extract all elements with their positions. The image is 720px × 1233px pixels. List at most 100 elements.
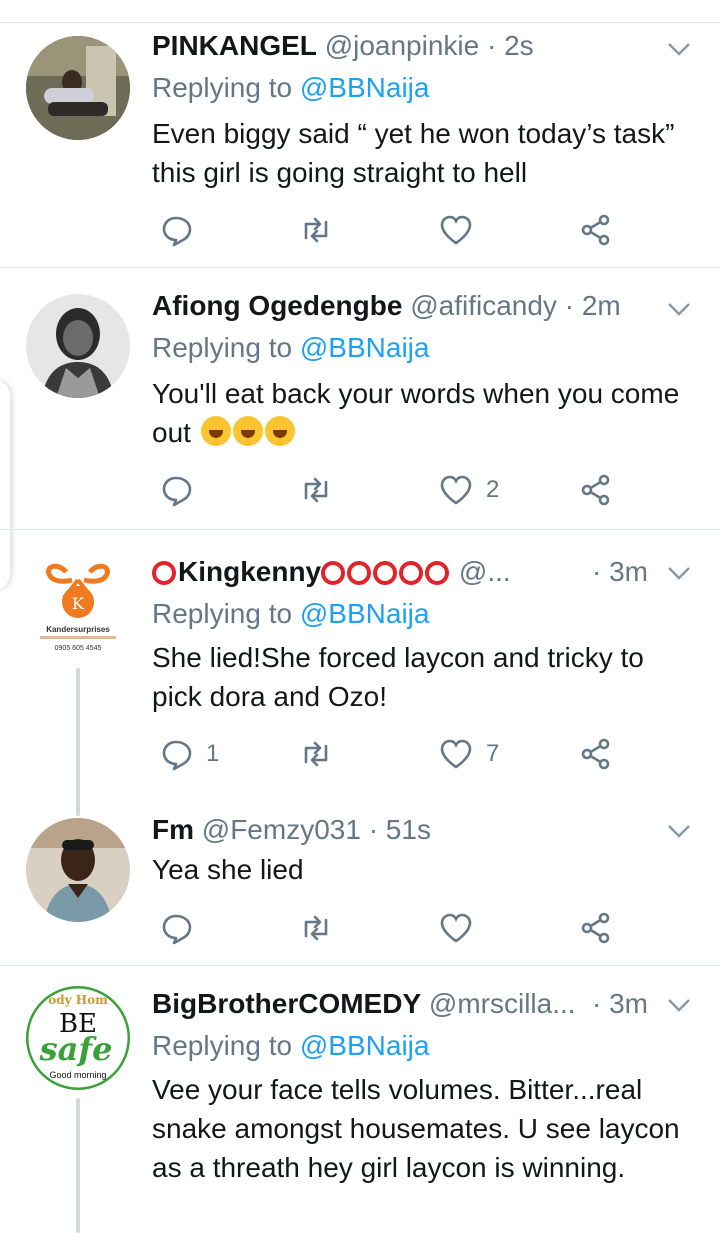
replying-prefix: Replying to <box>152 72 300 103</box>
reply-button[interactable] <box>158 470 206 510</box>
retweet-icon <box>304 741 328 767</box>
like-button[interactable] <box>438 908 486 948</box>
chevron-down-icon[interactable] <box>666 36 692 62</box>
red-circle-icon <box>425 561 450 585</box>
red-circle-icon <box>347 561 372 585</box>
timestamp: · 3m <box>592 988 648 1019</box>
share-button[interactable] <box>578 908 614 948</box>
retweet-icon <box>304 477 328 503</box>
tweet-4[interactable]: Fm @Femzy031 · 51s Yea she lied <box>0 798 720 966</box>
like-button[interactable]: 2 <box>438 470 499 510</box>
chevron-down-icon[interactable] <box>666 818 692 844</box>
heart-icon <box>440 475 472 505</box>
share-button[interactable] <box>578 210 614 250</box>
replying-to: Replying to @BBNaija <box>152 1026 429 1066</box>
display-name[interactable]: Fm <box>152 814 194 845</box>
tweet-2[interactable]: Afiong Ogedengbe @afificandy · 2m Replyi… <box>0 268 720 530</box>
chevron-down-icon[interactable] <box>666 992 692 1018</box>
retweet-button[interactable] <box>298 470 346 510</box>
reply-button[interactable]: 1 <box>158 734 219 774</box>
replying-prefix: Replying to <box>152 1030 300 1061</box>
retweet-icon <box>304 217 328 243</box>
replying-to: Replying to @BBNaija <box>152 328 429 368</box>
timestamp: · 2s <box>487 30 534 61</box>
tweet-text: Vee your face tells volumes. Bitter...re… <box>152 1074 680 1183</box>
like-button[interactable]: 7 <box>438 734 499 774</box>
avatar-brand-text: Kandersurprises <box>46 625 110 634</box>
red-circle-icon <box>373 561 398 585</box>
reply-icon <box>162 476 192 507</box>
red-circle-icon <box>399 561 424 585</box>
share-icon <box>581 912 610 944</box>
mention-link[interactable]: @BBNaija <box>300 72 430 103</box>
laughing-emoji-icon <box>264 416 295 446</box>
tweet-3[interactable]: K Kandersurprises 0905 605 4545 Kingkenn… <box>0 530 720 802</box>
heart-icon <box>440 215 472 245</box>
avatar[interactable]: K Kandersurprises 0905 605 4545 <box>26 554 130 664</box>
like-button[interactable] <box>438 210 486 250</box>
display-name[interactable]: BigBrotherCOMEDY <box>152 988 421 1019</box>
retweet-button[interactable] <box>298 210 346 250</box>
tweet-header: BigBrotherCOMEDY @mrscilla... <box>152 984 656 1024</box>
tweet-text: Even biggy said “ yet he won today’s tas… <box>152 118 675 188</box>
action-bar <box>152 210 690 250</box>
retweet-button[interactable] <box>298 734 346 774</box>
tweet-5[interactable]: ody Hom BE safe Good morning BigBrotherC… <box>0 966 720 1233</box>
laughing-emoji-icon <box>232 416 263 446</box>
chevron-down-icon[interactable] <box>666 296 692 322</box>
tweet-text: She lied!She forced laycon and tricky to… <box>152 642 644 712</box>
share-icon <box>581 738 610 770</box>
display-name[interactable]: Kingkenny <box>152 556 451 587</box>
action-bar: 1 7 <box>152 734 690 774</box>
share-icon <box>581 214 610 246</box>
reply-button[interactable] <box>158 908 206 948</box>
share-button[interactable] <box>578 734 614 774</box>
avatar-bottom-text: Good morning <box>49 1070 106 1080</box>
display-name[interactable]: Afiong Ogedengbe <box>152 290 402 321</box>
like-count: 7 <box>486 740 500 767</box>
reply-icon <box>162 914 192 945</box>
heart-icon <box>440 913 472 943</box>
avatar[interactable] <box>26 818 130 922</box>
replying-to: Replying to @BBNaija <box>152 68 429 108</box>
tweet-header: Afiong Ogedengbe @afificandy · 2m <box>152 286 656 326</box>
tweet-text-container: You'll eat back your words when you come… <box>152 374 690 452</box>
reply-icon <box>162 740 192 771</box>
action-bar: 2 <box>152 470 690 510</box>
user-handle[interactable]: @mrscilla... <box>429 988 576 1019</box>
mention-link[interactable]: @BBNaija <box>300 332 430 363</box>
action-bar <box>152 908 690 948</box>
avatar-phone-text: 0905 605 4545 <box>55 645 102 652</box>
display-name-text: Kingkenny <box>178 556 322 587</box>
retweet-button[interactable] <box>298 908 346 948</box>
avatar-top-text: ody Hom <box>48 993 108 1007</box>
reply-count: 1 <box>206 740 220 767</box>
replying-prefix: Replying to <box>152 332 300 363</box>
avatar[interactable] <box>26 36 130 140</box>
replying-prefix: Replying to <box>152 598 300 629</box>
user-handle[interactable]: @afificandy <box>410 290 557 321</box>
timestamp: · 51s <box>368 814 431 845</box>
thread-connector <box>76 668 80 802</box>
share-button[interactable] <box>578 470 614 510</box>
mention-link[interactable]: @BBNaija <box>300 1030 430 1061</box>
display-name[interactable]: PINKANGEL <box>152 30 317 61</box>
tweet-1[interactable]: PINKANGEL @joanpinkie · 2s Replying to @… <box>0 0 720 268</box>
tweet-text: You'll eat back your words when you come… <box>152 378 680 448</box>
avatar[interactable]: ody Hom BE safe Good morning <box>26 986 130 1090</box>
laughing-emoji-icon <box>200 416 231 446</box>
thread-connector <box>76 798 80 816</box>
thread-connector <box>76 1098 80 1233</box>
user-handle[interactable]: @Femzy031 <box>202 814 361 845</box>
tweet-header: Kingkenny @... <box>152 552 656 592</box>
user-handle[interactable]: @joanpinkie <box>325 30 480 61</box>
avatar[interactable] <box>26 294 130 398</box>
replying-to: Replying to @BBNaija <box>152 594 429 634</box>
user-handle[interactable]: @... <box>459 556 511 587</box>
timestamp: · 3m <box>592 556 648 587</box>
reply-button[interactable] <box>158 210 206 250</box>
mention-link[interactable]: @BBNaija <box>300 598 430 629</box>
like-count: 2 <box>486 476 500 503</box>
chevron-down-icon[interactable] <box>666 560 692 586</box>
avatar-safe-text: safe <box>39 1030 113 1068</box>
